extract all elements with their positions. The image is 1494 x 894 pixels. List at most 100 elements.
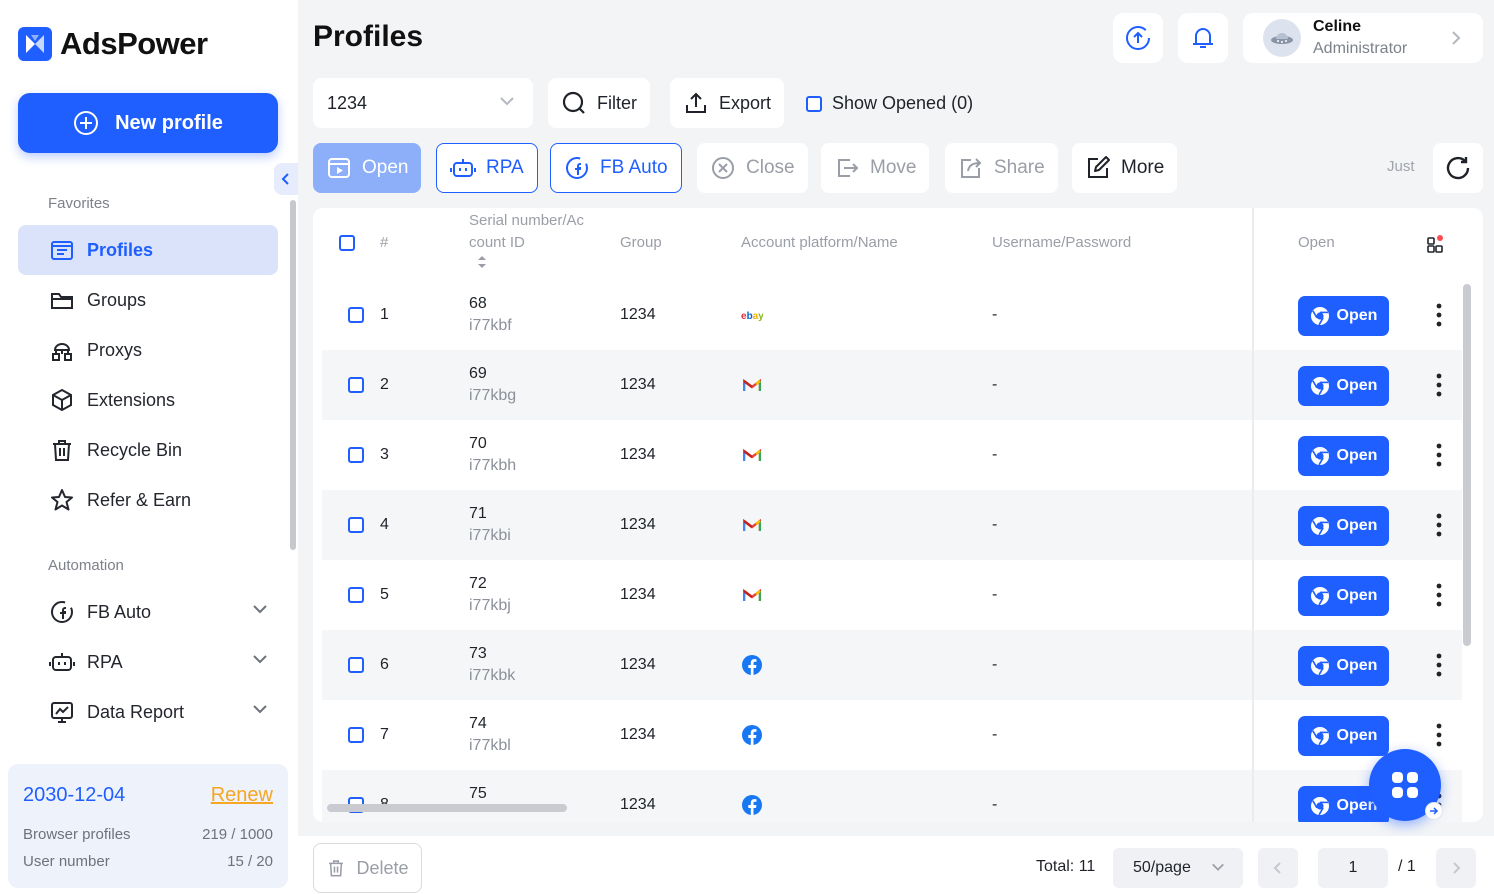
share-label: Share [994, 157, 1045, 178]
row-checkbox[interactable] [348, 307, 364, 323]
more-vertical-icon[interactable] [1436, 723, 1442, 747]
folder-icon [51, 293, 73, 309]
export-button[interactable]: Export [670, 78, 785, 128]
row-open-button[interactable]: Open [1298, 506, 1389, 546]
more-vertical-icon[interactable] [1436, 653, 1442, 677]
refresh-button[interactable] [1433, 143, 1483, 193]
sidebar-collapse-button[interactable] [274, 163, 298, 195]
row-open-button[interactable]: Open [1298, 296, 1389, 336]
user-menu[interactable]: Celine Administrator [1243, 13, 1483, 63]
sidebar-item-proxys[interactable]: Proxys [18, 325, 278, 375]
row-credentials: - [992, 376, 998, 393]
row-open-button[interactable]: Open [1298, 716, 1389, 756]
cube-icon [52, 388, 72, 412]
filter-label: Filter [597, 92, 637, 113]
row-checkbox[interactable] [348, 517, 364, 533]
page-number-input[interactable]: 1 [1318, 848, 1388, 888]
row-serial-number: 71 [469, 505, 487, 522]
row-serial-number: 72 [469, 575, 487, 592]
table-row[interactable]: 5 72 i77kbj 1234 - Open [322, 560, 1462, 630]
fb-auto-button[interactable]: FB Auto [550, 143, 682, 193]
group-select[interactable]: 1234 [313, 78, 533, 128]
page-size-select[interactable]: 50/page [1113, 848, 1243, 888]
sidebar-scrollbar[interactable] [290, 200, 296, 550]
close-label: Close [746, 157, 795, 178]
sidebar-item-refer-earn[interactable]: Refer & Earn [18, 475, 278, 525]
table-row[interactable]: 1 68 i77kbf 1234 ebay - Open [322, 280, 1462, 350]
table-row[interactable]: 6 73 i77kbk 1234 - Open [322, 630, 1462, 700]
row-checkbox[interactable] [348, 587, 364, 603]
sidebar-item-profiles[interactable]: Profiles [18, 225, 278, 275]
table-vertical-scrollbar[interactable] [1463, 284, 1471, 646]
sidebar-item-label: Groups [87, 289, 147, 310]
notifications-button[interactable] [1178, 13, 1228, 63]
row-platform [741, 794, 763, 816]
total-count: Total: 11 [1036, 858, 1096, 875]
proxy-icon [52, 343, 72, 361]
browser-icon [1310, 377, 1329, 396]
app-logo[interactable]: AdsPower [18, 26, 208, 62]
row-checkbox[interactable] [348, 727, 364, 743]
sidebar-item-groups[interactable]: Groups [18, 275, 278, 325]
delete-button[interactable]: Delete [313, 843, 422, 893]
sidebar-item-recycle-bin[interactable]: Recycle Bin [18, 425, 278, 475]
row-serial-number: 74 [469, 715, 487, 732]
move-button[interactable]: Move [821, 143, 930, 193]
more-vertical-icon[interactable] [1436, 443, 1442, 467]
sync-upload-button[interactable] [1113, 13, 1163, 63]
next-page-button[interactable] [1436, 848, 1476, 888]
row-checkbox[interactable] [348, 447, 364, 463]
sidebar-item-extensions[interactable]: Extensions [18, 375, 278, 425]
table-row[interactable]: 4 71 i77kbi 1234 - Open [322, 490, 1462, 560]
column-header-serial[interactable]: Serial number/Account ID [469, 210, 585, 273]
filter-button[interactable]: Filter [548, 78, 650, 128]
more-vertical-icon[interactable] [1436, 303, 1442, 327]
row-open-button[interactable]: Open [1298, 366, 1389, 406]
show-opened-toggle[interactable]: Show Opened (0) [806, 93, 973, 114]
ufo-avatar-icon [1271, 33, 1293, 44]
sidebar-item-data-report[interactable]: Data Report [18, 687, 278, 737]
row-checkbox[interactable] [348, 377, 364, 393]
more-vertical-icon[interactable] [1436, 373, 1442, 397]
cloud-sync-icon [1126, 26, 1150, 50]
table-row[interactable]: 3 70 i77kbh 1234 - Open [322, 420, 1462, 490]
close-profiles-button[interactable]: Close [697, 143, 808, 193]
pinned-column-divider [1252, 208, 1254, 822]
row-open-label: Open [1336, 517, 1378, 534]
row-checkbox[interactable] [348, 657, 364, 673]
table-row[interactable]: 2 69 i77kbg 1234 - Open [322, 350, 1462, 420]
row-open-button[interactable]: Open [1298, 436, 1389, 476]
gmail-icon [743, 448, 761, 461]
show-opened-checkbox[interactable] [806, 95, 822, 112]
row-open-label: Open [1336, 307, 1378, 324]
row-open-button[interactable]: Open [1298, 646, 1389, 686]
prev-page-button[interactable] [1258, 848, 1298, 888]
row-serial-number: 75 [469, 785, 487, 802]
bulk-open-button[interactable]: Open [313, 143, 422, 193]
facebook-icon [742, 725, 762, 745]
table-horizontal-scrollbar[interactable] [327, 804, 567, 812]
table-row[interactable]: 8751234-Open [322, 770, 1462, 822]
row-account-id: i77kbl [469, 737, 511, 754]
facebook-icon [742, 795, 762, 815]
more-button[interactable]: More [1072, 143, 1178, 193]
sidebar: AdsPower New profile Favorites Profiles … [0, 0, 298, 894]
rpa-button[interactable]: RPA [436, 143, 538, 193]
sidebar-item-rpa[interactable]: RPA [18, 637, 278, 687]
facebook-icon [742, 655, 762, 675]
row-group: 1234 [620, 446, 656, 463]
sort-icon[interactable] [475, 254, 489, 270]
row-open-button[interactable]: Open [1298, 576, 1389, 616]
sidebar-item-fb-auto[interactable]: FB Auto [18, 587, 278, 637]
select-all-checkbox[interactable] [339, 235, 355, 251]
more-vertical-icon[interactable] [1436, 513, 1442, 537]
share-button[interactable]: Share [945, 143, 1058, 193]
renew-link[interactable]: Renew [211, 784, 273, 807]
new-profile-button[interactable]: New profile [18, 93, 278, 153]
show-opened-label: Show Opened (0) [832, 93, 974, 113]
more-vertical-icon[interactable] [1436, 583, 1442, 607]
row-credentials: - [992, 586, 998, 603]
column-settings-icon[interactable] [1427, 234, 1447, 254]
ebay-icon: ebay [741, 311, 763, 321]
table-row[interactable]: 7 74 i77kbl 1234 - Open [322, 700, 1462, 770]
